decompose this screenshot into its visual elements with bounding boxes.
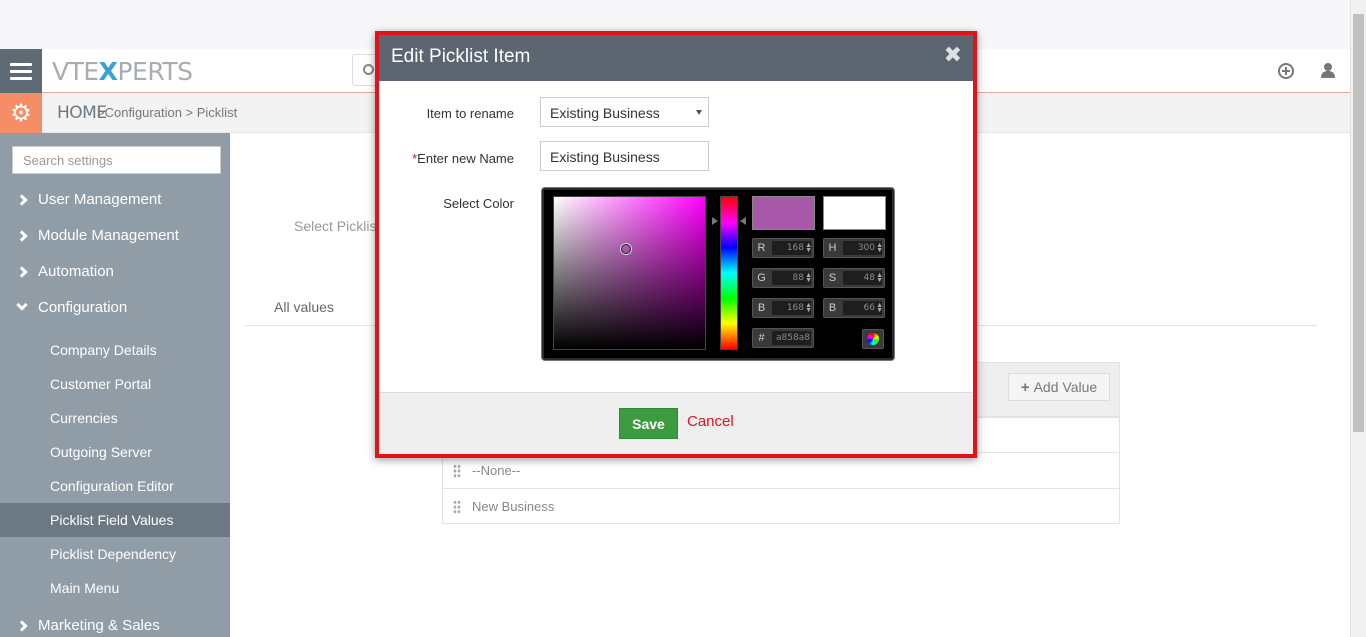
new-name-label-text: Enter new Name [417, 151, 514, 166]
item-to-rename-label: Item to rename [426, 106, 514, 121]
saturation-brightness-area[interactable] [553, 196, 706, 350]
spinner-icon[interactable]: ▲ ▼ [805, 272, 812, 284]
sidebar-item-outgoing-server[interactable]: Outgoing Server [0, 435, 230, 469]
brightness-field[interactable]: B 66 ▲ ▼ [823, 298, 885, 318]
sidebar-item-company-details[interactable]: Company Details [0, 333, 230, 367]
select-picklist-label: Select Picklis [294, 218, 377, 234]
sidebar-section-configuration[interactable]: Configuration [16, 299, 128, 316]
settings-search-input[interactable]: Search settings [12, 146, 221, 174]
color-cursor[interactable] [621, 244, 631, 254]
item-to-rename-select[interactable]: Existing Business [540, 97, 709, 127]
chevron-right-icon [16, 193, 28, 206]
sidebar-item-picklist-dependency[interactable]: Picklist Dependency [0, 537, 230, 571]
color-picker: R 168 ▲ ▼ H 300 ▲ ▼ G 88 ▲ ▼ S 48 ▲ ▼ B 168 ▲ ▼ B 66 ▲ ▼ #… [541, 187, 895, 361]
sidebar-section-label: Automation [38, 263, 114, 280]
hue-slider[interactable] [720, 196, 738, 350]
row-value: New Business [472, 499, 555, 514]
chevron-right-icon [16, 229, 28, 242]
hex-field[interactable]: # a858a8 [752, 328, 814, 348]
new-name-label: *Enter new Name [379, 151, 514, 166]
current-color-swatch[interactable] [823, 196, 886, 230]
sidebar-item-configuration-editor[interactable]: Configuration Editor [0, 469, 230, 503]
spinner-icon[interactable]: ▲ ▼ [805, 242, 812, 254]
green-field[interactable]: G 88 ▲ ▼ [752, 268, 814, 288]
settings-gear-icon[interactable]: ⚙ [0, 93, 42, 133]
search-icon [363, 64, 374, 75]
saturation-field[interactable]: S 48 ▲ ▼ [823, 268, 885, 288]
add-value-button[interactable]: + Add Value [1008, 373, 1110, 401]
breadcrumb-path[interactable]: >Configuration > Picklist [97, 105, 237, 120]
sidebar-section-label: Configuration [38, 299, 128, 316]
blue-label: B [757, 302, 766, 314]
sidebar-item-main-menu[interactable]: Main Menu [0, 571, 230, 605]
spinner-icon[interactable]: ▲ ▼ [805, 302, 812, 314]
chevron-right-icon [16, 619, 28, 632]
sidebar-section-label: Module Management [38, 227, 179, 244]
sidebar-section-marketing-sales[interactable]: Marketing & Sales [16, 617, 160, 634]
new-name-input[interactable]: Existing Business [540, 141, 709, 171]
user-menu-icon[interactable] [1320, 63, 1336, 79]
color-wheel-icon[interactable] [862, 329, 884, 349]
chevron-down-icon [16, 299, 28, 311]
settings-sidebar: Search settings User Management Module M… [0, 133, 230, 637]
save-button[interactable]: Save [619, 408, 678, 439]
plus-icon: + [1020, 378, 1030, 396]
modal-footer: Save Cancel [379, 392, 973, 454]
quick-create-icon[interactable] [1278, 63, 1294, 79]
modal-header: Edit Picklist Item ✖ [379, 35, 973, 81]
spinner-icon[interactable]: ▲ ▼ [876, 302, 883, 314]
chevron-right-icon [16, 265, 28, 278]
hue-arrow-right-icon [740, 217, 746, 225]
spinner-icon[interactable]: ▲ ▼ [876, 242, 883, 254]
saturation-label: S [828, 272, 837, 284]
drag-handle-icon[interactable] [453, 464, 461, 478]
drag-handle-icon[interactable] [453, 500, 461, 514]
select-color-label: Select Color [443, 196, 514, 211]
selected-item-value: Existing Business [550, 105, 660, 121]
hex-label: # [758, 332, 765, 344]
hue-field[interactable]: H 300 ▲ ▼ [823, 238, 885, 258]
row-value: --None-- [472, 463, 521, 478]
blue-field[interactable]: B 168 ▲ ▼ [752, 298, 814, 318]
spinner-icon[interactable]: ▲ ▼ [876, 272, 883, 284]
red-label: R [757, 242, 766, 254]
edit-picklist-item-modal: Edit Picklist Item ✖ Item to rename Exis… [375, 31, 977, 458]
red-field[interactable]: R 168 ▲ ▼ [752, 238, 814, 258]
green-label: G [757, 272, 766, 284]
tab-all-values[interactable]: All values [274, 299, 334, 315]
dropdown-caret-icon [696, 110, 702, 115]
hue-label: H [828, 242, 837, 254]
sidebar-section-user-management[interactable]: User Management [16, 191, 162, 208]
hue-arrow-left-icon [712, 217, 718, 225]
table-row[interactable]: New Business [443, 488, 1119, 524]
sidebar-section-label: Marketing & Sales [38, 617, 160, 634]
hamburger-menu-icon[interactable] [0, 49, 42, 93]
modal-title: Edit Picklist Item [391, 46, 531, 67]
sidebar-section-automation[interactable]: Automation [16, 263, 114, 280]
sidebar-item-customer-portal[interactable]: Customer Portal [0, 367, 230, 401]
brightness-label: B [828, 302, 837, 314]
add-value-label: Add Value [1033, 379, 1098, 395]
hex-value[interactable]: a858a8 [772, 331, 811, 345]
sidebar-item-picklist-field-values[interactable]: Picklist Field Values [0, 503, 230, 537]
sidebar-item-currencies[interactable]: Currencies [0, 401, 230, 435]
page-scrollbar[interactable] [1350, 0, 1366, 637]
new-color-swatch [752, 196, 815, 230]
scrollbar-thumb[interactable] [1353, 14, 1364, 432]
vtexperts-logo[interactable]: VTEXPERTS [52, 57, 193, 86]
cancel-link[interactable]: Cancel [687, 413, 734, 430]
sidebar-section-module-management[interactable]: Module Management [16, 227, 179, 244]
sidebar-section-label: User Management [38, 191, 162, 208]
close-icon[interactable]: ✖ [944, 44, 962, 66]
